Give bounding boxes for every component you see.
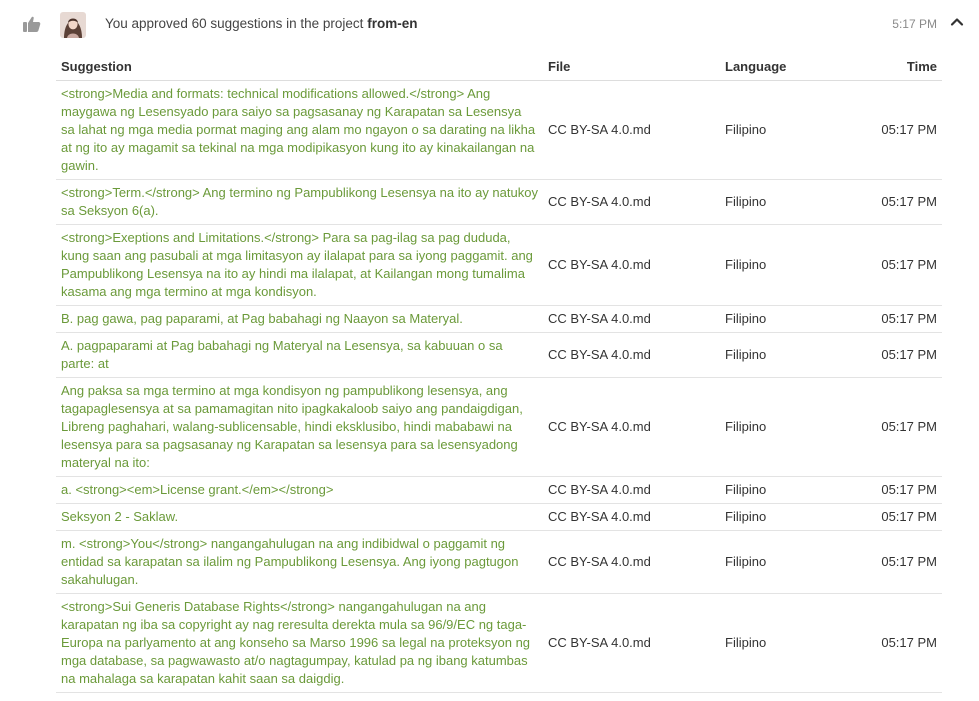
suggestions-table-body: <strong>Media and formats: technical mod… [56,80,942,693]
language: Filipino [720,377,845,477]
suggestion-text[interactable]: A. pagpaparami at Pag babahagi ng Matery… [56,332,543,378]
file-name: CC BY-SA 4.0.md [543,503,720,531]
table-row: m. <strong>You</strong> nangangahulugan … [56,530,942,594]
file-name: CC BY-SA 4.0.md [543,224,720,306]
language: Filipino [720,179,845,225]
table-header-row: Suggestion File Language Time [56,52,942,81]
file-name: CC BY-SA 4.0.md [543,476,720,504]
suggestion-text[interactable]: m. <strong>You</strong> nangangahulugan … [56,530,543,594]
column-header-language: Language [720,52,845,81]
table-row: <strong>Sui Generis Database Rights</str… [56,593,942,693]
language: Filipino [720,503,845,531]
suggestion-text[interactable]: <strong>Exeptions and Limitations.</stro… [56,224,543,306]
table-row: B. pag gawa, pag paparami, at Pag babaha… [56,305,942,333]
activity-time: 5:17 PM [892,17,937,31]
suggestion-text[interactable]: <strong>Sui Generis Database Rights</str… [56,593,543,693]
thumbs-up-icon [22,14,42,34]
suggestions-table: Suggestion File Language Time <strong>Me… [56,52,942,693]
file-name: CC BY-SA 4.0.md [543,179,720,225]
table-row: <strong>Media and formats: technical mod… [56,80,942,180]
file-name: CC BY-SA 4.0.md [543,593,720,693]
suggestion-time: 05:17 PM [845,305,942,333]
suggestion-time: 05:17 PM [845,476,942,504]
table-row: Seksyon 2 - Saklaw. CC BY-SA 4.0.md Fili… [56,503,942,531]
headline-text: You approved 60 suggestions in the proje… [105,16,364,31]
suggestion-time: 05:17 PM [845,332,942,378]
suggestion-text[interactable]: Ang paksa sa mga termino at mga kondisyo… [56,377,543,477]
suggestion-time: 05:17 PM [845,179,942,225]
table-row: a. <strong><em>License grant.</em></stro… [56,476,942,504]
language: Filipino [720,305,845,333]
file-name: CC BY-SA 4.0.md [543,305,720,333]
suggestions-table-container: Suggestion File Language Time <strong>Me… [56,52,942,693]
file-name: CC BY-SA 4.0.md [543,377,720,477]
language: Filipino [720,332,845,378]
suggestion-time: 05:17 PM [845,377,942,477]
suggestion-text[interactable]: <strong>Media and formats: technical mod… [56,80,543,180]
suggestion-text[interactable]: Seksyon 2 - Saklaw. [56,503,543,531]
activity-entry: You approved 60 suggestions in the proje… [0,0,979,701]
file-name: CC BY-SA 4.0.md [543,332,720,378]
project-name[interactable]: from-en [367,16,417,31]
table-row: A. pagpaparami at Pag babahagi ng Matery… [56,332,942,378]
suggestion-text[interactable]: <strong>Term.</strong> Ang termino ng Pa… [56,179,543,225]
language: Filipino [720,476,845,504]
activity-headline: You approved 60 suggestions in the proje… [105,16,417,31]
chevron-up-icon[interactable] [949,14,965,30]
table-row: Ang paksa sa mga termino at mga kondisyo… [56,377,942,477]
suggestion-time: 05:17 PM [845,224,942,306]
suggestion-text[interactable]: a. <strong><em>License grant.</em></stro… [56,476,543,504]
file-name: CC BY-SA 4.0.md [543,530,720,594]
file-name: CC BY-SA 4.0.md [543,80,720,180]
language: Filipino [720,224,845,306]
suggestion-time: 05:17 PM [845,80,942,180]
column-header-time: Time [845,52,942,81]
user-avatar[interactable] [60,12,86,38]
table-row: <strong>Exeptions and Limitations.</stro… [56,224,942,306]
column-header-file: File [543,52,720,81]
language: Filipino [720,80,845,180]
suggestion-time: 05:17 PM [845,503,942,531]
suggestion-text[interactable]: B. pag gawa, pag paparami, at Pag babaha… [56,305,543,333]
column-header-suggestion: Suggestion [56,52,543,81]
table-row: <strong>Term.</strong> Ang termino ng Pa… [56,179,942,225]
language: Filipino [720,530,845,594]
suggestion-time: 05:17 PM [845,593,942,693]
activity-header: You approved 60 suggestions in the proje… [0,0,979,48]
suggestion-time: 05:17 PM [845,530,942,594]
language: Filipino [720,593,845,693]
